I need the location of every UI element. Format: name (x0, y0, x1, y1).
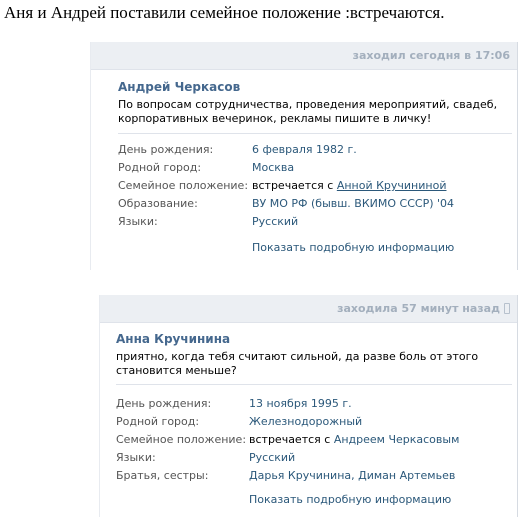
birthday-link[interactable]: 13 ноября 1995 г. (249, 397, 352, 410)
info-label: Семейное положение: (116, 433, 247, 446)
birthday-link[interactable]: 6 февраля 1982 г. (252, 143, 357, 156)
info-label: Родной город: (116, 415, 200, 428)
profile-header-bar: заходил сегодня в 17:06 (91, 42, 518, 70)
profile-card-anna: заходила 57 минут назад Анна Кручинина п… (99, 295, 518, 517)
scrollbar[interactable] (517, 42, 518, 270)
hometown-link[interactable]: Железнодорожный (249, 415, 362, 428)
languages-link[interactable]: Русский (252, 215, 298, 228)
divider (118, 133, 512, 134)
info-label: Языки: (118, 215, 158, 228)
info-label: Родной город: (118, 161, 202, 174)
relationship-text: встречается с (249, 433, 331, 446)
relationship-text: встречается с (252, 179, 334, 192)
hometown-link[interactable]: Москва (252, 161, 294, 174)
profile-card-andrey: заходил сегодня в 17:06 Андрей Черкасов … (90, 42, 518, 270)
last-seen-text: заходила 57 минут назад (337, 302, 500, 315)
profile-status: По вопросам сотрудничества, проведения м… (118, 98, 498, 125)
info-label: День рождения: (118, 143, 214, 156)
partner-link[interactable]: Андреем Черкасовым (334, 433, 460, 446)
relationship-value: встречается с Андреем Черкасовым (249, 433, 459, 446)
last-seen-status: заходила 57 минут назад (337, 302, 510, 315)
siblings-links[interactable]: Дарья Кручинина, Диман Артемьев (249, 469, 455, 482)
mobile-phone-icon (504, 303, 510, 314)
show-details-link[interactable]: Показать подробную информацию (252, 241, 454, 254)
info-label: День рождения: (116, 397, 212, 410)
profile-header-bar: заходила 57 минут назад (100, 295, 518, 323)
profile-name[interactable]: Андрей Черкасов (118, 80, 240, 94)
last-seen-status: заходил сегодня в 17:06 (352, 49, 510, 62)
languages-link[interactable]: Русский (249, 451, 295, 464)
profile-status: приятно, когда тебя считают сильной, да … (116, 350, 479, 377)
partner-link[interactable]: Анной Кручининой (337, 179, 447, 192)
scrollbar[interactable] (517, 295, 518, 517)
relationship-value: встречается с Анной Кручининой (252, 179, 446, 192)
info-label: Образование: (118, 197, 198, 210)
info-label: Братья, сестры: (116, 469, 209, 482)
profile-name[interactable]: Анна Кручинина (116, 332, 230, 346)
info-label: Семейное положение: (118, 179, 249, 192)
post-caption: Аня и Андрей поставили семейное положени… (4, 3, 445, 22)
divider (116, 384, 512, 385)
info-label: Языки: (116, 451, 156, 464)
education-link[interactable]: ВУ МО РФ (бывш. ВКИМО СССР) '04 (252, 197, 454, 210)
show-details-link[interactable]: Показать подробную информацию (249, 493, 451, 506)
